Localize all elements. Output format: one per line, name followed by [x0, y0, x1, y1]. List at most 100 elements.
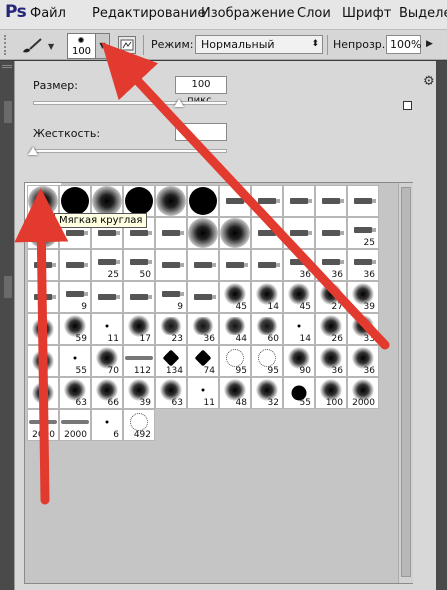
brush-preset-cell[interactable]: 45: [283, 281, 315, 313]
brush-preset-cell[interactable]: 25: [91, 249, 123, 281]
opacity-input[interactable]: 100%: [386, 35, 421, 54]
brush-preset-cell[interactable]: [27, 377, 59, 409]
menu-item[interactable]: Изображение: [201, 6, 294, 21]
brush-preset-cell[interactable]: [123, 281, 155, 313]
brush-preset-cell[interactable]: 2000: [347, 377, 379, 409]
brush-preset-cell[interactable]: 55: [59, 345, 91, 377]
brush-preset-cell[interactable]: 36: [315, 345, 347, 377]
brush-preset-cell[interactable]: 39: [123, 377, 155, 409]
brush-preset-cell[interactable]: 60: [251, 313, 283, 345]
brush-preset-cell[interactable]: 27: [315, 281, 347, 313]
brush-preset-cell[interactable]: 55: [283, 377, 315, 409]
brush-preset-cell[interactable]: [155, 217, 187, 249]
tool-preset-caret-icon[interactable]: ▼: [48, 42, 54, 51]
menu-item[interactable]: Файл: [30, 6, 66, 21]
brush-preset-cell[interactable]: [283, 185, 315, 217]
brush-preset-cell[interactable]: 2000: [59, 409, 91, 441]
brush-preset-cell[interactable]: 14: [251, 281, 283, 313]
brush-preset-cell[interactable]: [187, 217, 219, 249]
brush-preset-cell[interactable]: 6: [91, 409, 123, 441]
brush-preset-cell[interactable]: [27, 313, 59, 345]
brush-preset-cell[interactable]: 36: [347, 345, 379, 377]
size-slider-thumb[interactable]: [173, 99, 184, 107]
grid-scrollbar[interactable]: [398, 183, 413, 583]
brush-preset-cell[interactable]: [187, 249, 219, 281]
brush-preset-picker[interactable]: 100: [67, 33, 96, 59]
brush-preset-cell[interactable]: 63: [155, 377, 187, 409]
brush-panel-icon[interactable]: [118, 36, 136, 54]
brush-preset-cell[interactable]: [251, 217, 283, 249]
hardness-slider-track[interactable]: [33, 149, 227, 153]
brush-icon[interactable]: [20, 36, 44, 54]
tool-slot[interactable]: [4, 101, 12, 123]
brush-preset-cell[interactable]: 59: [59, 313, 91, 345]
brush-preset-cell[interactable]: [59, 249, 91, 281]
brush-preset-cell[interactable]: 17: [123, 313, 155, 345]
brush-preset-cell[interactable]: 25: [347, 217, 379, 249]
brush-preset-cell[interactable]: [155, 185, 187, 217]
brush-preset-cell[interactable]: [27, 281, 59, 313]
brush-preset-cell[interactable]: 32: [251, 377, 283, 409]
brush-preset-cell[interactable]: 36: [315, 249, 347, 281]
brush-preset-cell[interactable]: [251, 185, 283, 217]
brush-preset-cell[interactable]: 11: [187, 377, 219, 409]
brush-preset-cell[interactable]: 492: [123, 409, 155, 441]
brush-preset-cell[interactable]: 36: [347, 249, 379, 281]
new-preset-icon[interactable]: [403, 101, 412, 110]
brush-preset-cell[interactable]: [251, 249, 283, 281]
tool-slot[interactable]: [4, 276, 12, 298]
gear-icon[interactable]: ⚙: [423, 74, 435, 89]
brush-preset-cell[interactable]: 39: [347, 281, 379, 313]
brush-preset-cell[interactable]: 70: [91, 345, 123, 377]
options-bar-grip[interactable]: [4, 35, 10, 55]
brush-preset-cell[interactable]: [187, 185, 219, 217]
brush-preset-cell[interactable]: [219, 185, 251, 217]
hardness-slider-thumb[interactable]: [28, 147, 38, 155]
menu-item[interactable]: Редактирование: [92, 6, 205, 21]
brush-preset-cell[interactable]: [219, 249, 251, 281]
collapse-icon[interactable]: [2, 65, 12, 68]
brush-preset-cell[interactable]: [347, 185, 379, 217]
brush-preset-cell[interactable]: 33: [347, 313, 379, 345]
brush-preset-cell[interactable]: 100: [315, 377, 347, 409]
hardness-input[interactable]: [175, 123, 227, 141]
brush-preset-cell[interactable]: [219, 217, 251, 249]
brush-preset-cell[interactable]: 36: [283, 249, 315, 281]
brush-preset-cell[interactable]: [283, 217, 315, 249]
brush-preset-cell[interactable]: 50: [123, 249, 155, 281]
brush-preset-cell[interactable]: 14: [283, 313, 315, 345]
brush-preset-dropdown-button[interactable]: ▼: [96, 33, 110, 59]
brush-preset-cell[interactable]: [27, 345, 59, 377]
brush-preset-cell[interactable]: [187, 281, 219, 313]
menu-item[interactable]: Выделен: [399, 6, 447, 21]
brush-preset-cell[interactable]: 48: [219, 377, 251, 409]
brush-preset-cell[interactable]: [315, 217, 347, 249]
size-slider-track[interactable]: [33, 101, 227, 105]
brush-preset-cell[interactable]: 9: [59, 281, 91, 313]
menu-item[interactable]: Шрифт: [342, 6, 391, 21]
brush-preset-cell[interactable]: 45: [219, 281, 251, 313]
opacity-slider-caret-icon[interactable]: ▶: [426, 39, 433, 49]
brush-preset-cell[interactable]: 9: [155, 281, 187, 313]
brush-preset-cell[interactable]: 63: [59, 377, 91, 409]
brush-preset-cell[interactable]: 95: [251, 345, 283, 377]
brush-preset-cell[interactable]: [27, 249, 59, 281]
grid-scroll-thumb[interactable]: [401, 187, 411, 577]
brush-preset-cell[interactable]: [155, 249, 187, 281]
brush-preset-cell[interactable]: [91, 281, 123, 313]
brush-preset-cell[interactable]: 23: [155, 313, 187, 345]
brush-preset-cell[interactable]: 112: [123, 345, 155, 377]
brush-preset-cell[interactable]: 2000: [27, 409, 59, 441]
mode-select[interactable]: Нормальный ⬍: [195, 35, 323, 54]
size-input[interactable]: 100 пикс.: [175, 76, 227, 106]
brush-preset-cell[interactable]: [315, 185, 347, 217]
brush-preset-cell[interactable]: 66: [91, 377, 123, 409]
brush-preset-cell[interactable]: 95: [219, 345, 251, 377]
brush-preset-cell[interactable]: 26: [315, 313, 347, 345]
brush-preset-cell[interactable]: 44: [219, 313, 251, 345]
brush-preset-cell[interactable]: 36: [187, 313, 219, 345]
brush-preset-cell[interactable]: 90: [283, 345, 315, 377]
brush-preset-cell[interactable]: 74: [187, 345, 219, 377]
brush-preset-cell[interactable]: 11: [91, 313, 123, 345]
menu-item[interactable]: Слои: [297, 6, 331, 21]
